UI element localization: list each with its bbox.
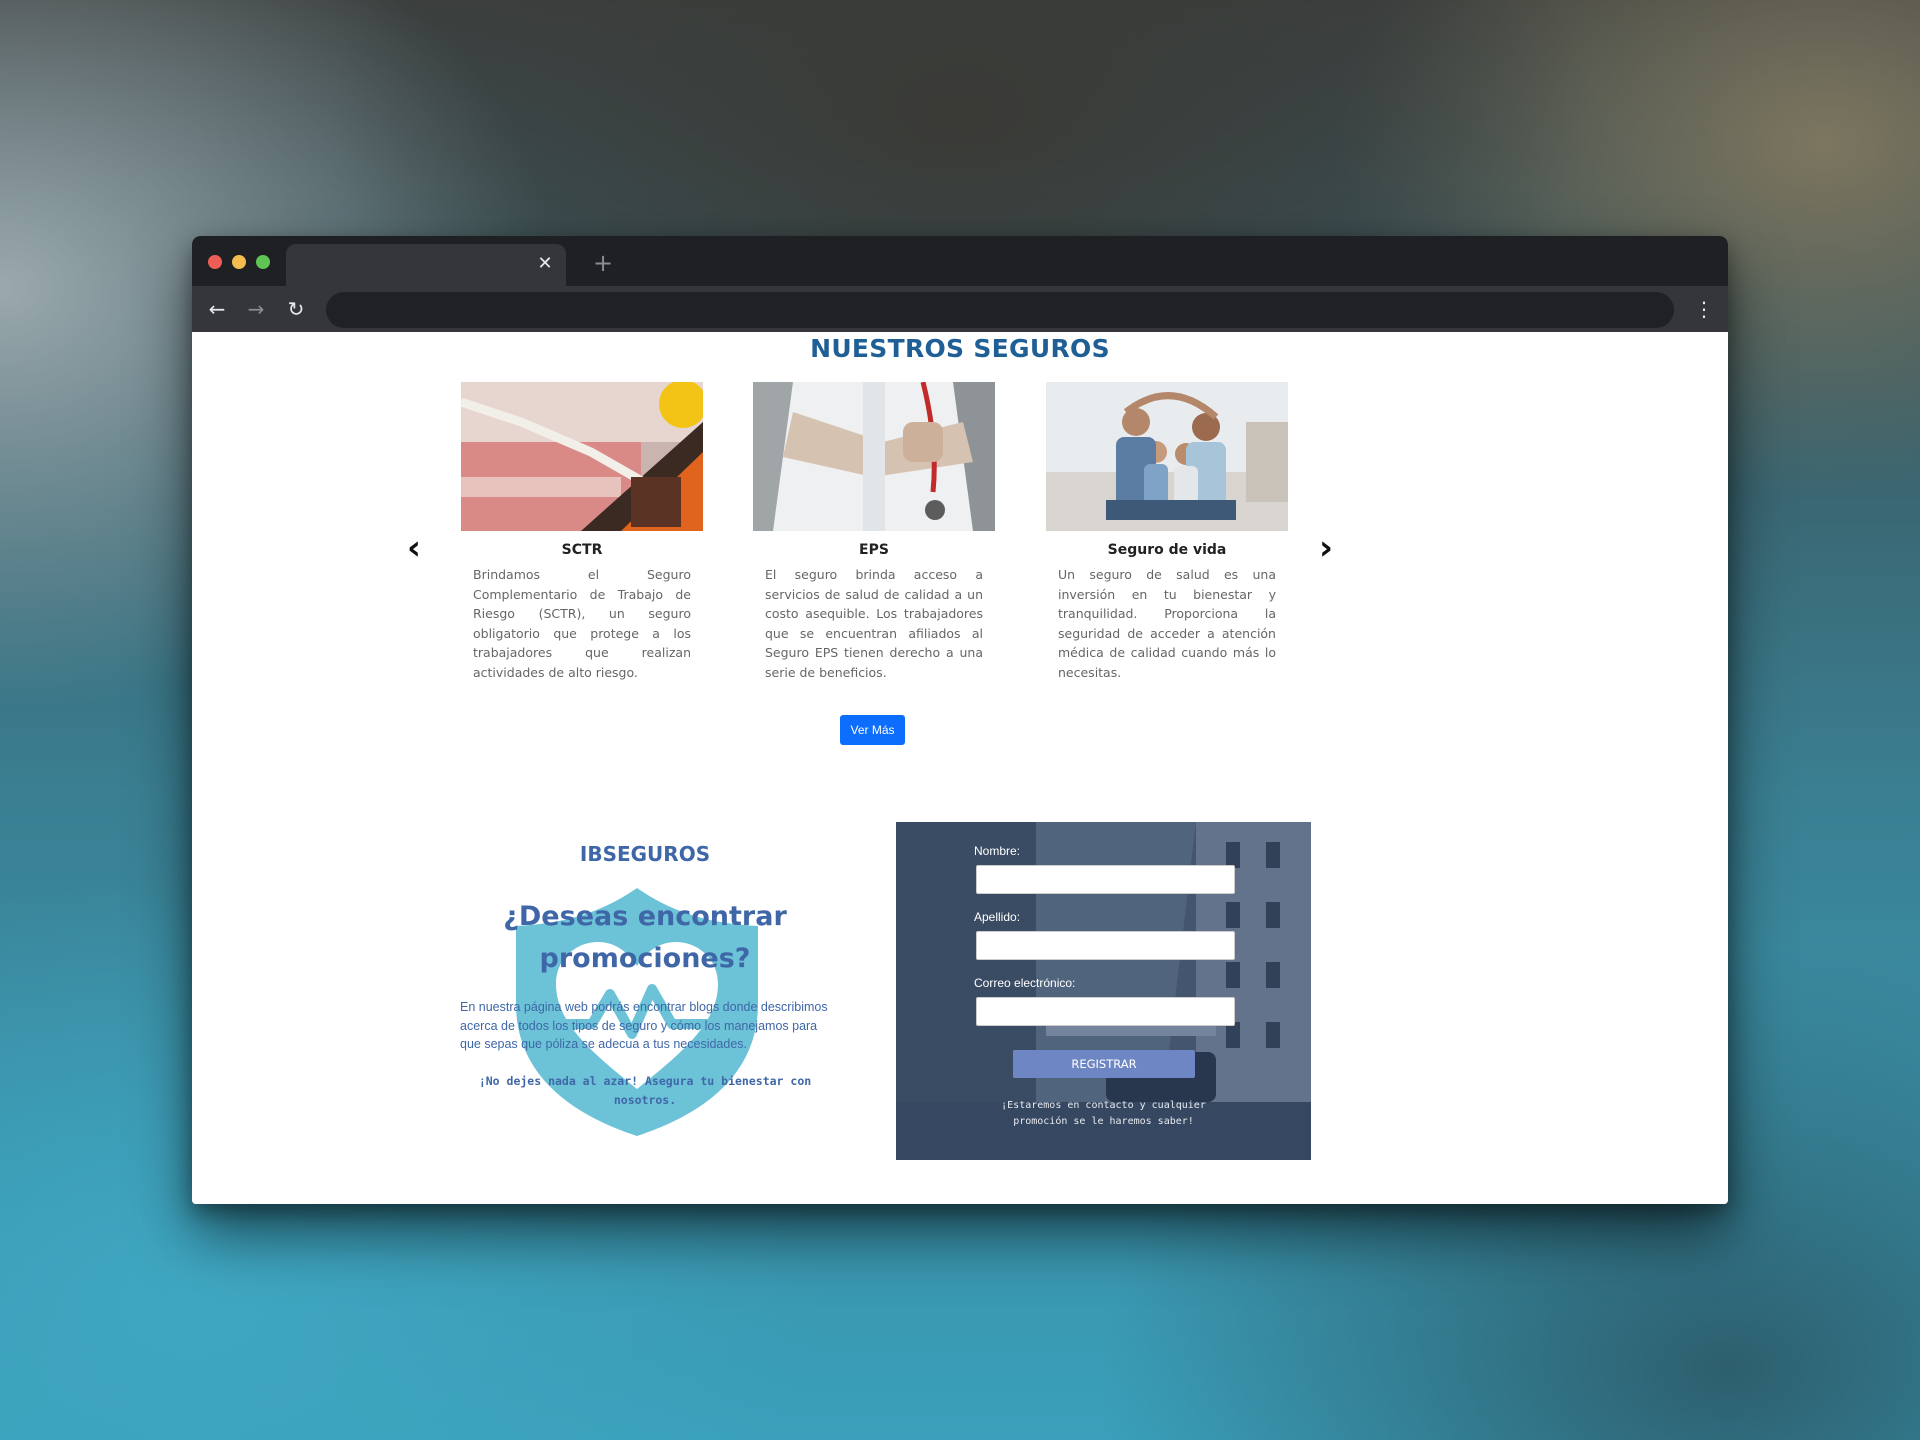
eps-doctor-photo	[753, 382, 995, 531]
nombre-label: Nombre:	[974, 844, 1021, 858]
promo-headline: ¿Deseas encontrar promociones?	[503, 901, 787, 974]
ver-mas-button[interactable]: Ver Más	[840, 715, 905, 745]
family-photo	[1046, 382, 1288, 531]
correo-label: Correo electrónico:	[974, 976, 1076, 990]
promo-section: IBSEGUROS ¿Deseas encontrar promociones?…	[452, 832, 838, 1136]
registrar-button[interactable]: REGISTRAR	[1013, 1050, 1195, 1078]
card-title: EPS	[859, 542, 889, 558]
card-title: SCTR	[561, 542, 603, 558]
card-title: Seguro de vida	[1107, 542, 1227, 558]
browser-tab[interactable]: ✕	[286, 244, 566, 286]
brand-heading: IBSEGUROS	[579, 842, 711, 866]
forward-icon[interactable]: →	[243, 296, 269, 322]
promo-tagline: ¡No dejes nada al azar! Asegura tu biene…	[478, 1074, 812, 1107]
tab-close-icon[interactable]: ✕	[534, 253, 556, 275]
card-eps: EPS El seguro brinda acceso a servicios …	[753, 382, 995, 683]
browser-toolbar: ← → ↻ ⋮	[192, 286, 1728, 332]
sctr-worker-photo	[461, 382, 703, 531]
close-window-button[interactable]	[208, 255, 222, 269]
tab-strip: ✕ +	[192, 236, 1728, 286]
carousel-next-icon[interactable]: ›	[1311, 530, 1341, 566]
card-seguro-de-vida: Seguro de vida Un seguro de salud es una…	[1046, 382, 1288, 683]
card-text: El seguro brinda acceso a servicios de s…	[765, 567, 983, 680]
browser-window: ✕ + ← → ↻ ⋮ NUESTROS SEGUROS ‹ › SCTR Br…	[192, 236, 1728, 1204]
apellido-label: Apellido:	[974, 910, 1021, 924]
back-icon[interactable]: ←	[204, 296, 230, 322]
carousel-prev-icon[interactable]: ‹	[399, 530, 429, 566]
reload-icon[interactable]: ↻	[283, 296, 309, 322]
minimize-window-button[interactable]	[232, 255, 246, 269]
promo-description: En nuestra página web podrás encontrar b…	[460, 1000, 828, 1051]
apellido-input[interactable]	[976, 931, 1235, 960]
new-tab-icon[interactable]: +	[590, 250, 616, 276]
nombre-input[interactable]	[976, 865, 1235, 894]
card-text: Un seguro de salud es una inversión en t…	[1058, 567, 1276, 680]
card-sctr: SCTR Brindamos el Seguro Complementario …	[461, 382, 703, 683]
address-bar[interactable]	[326, 292, 1674, 328]
section-title: NUESTROS SEGUROS	[810, 334, 1110, 363]
page-content: NUESTROS SEGUROS ‹ › SCTR Brindamos el S…	[192, 332, 1728, 1204]
maximize-window-button[interactable]	[256, 255, 270, 269]
form-note: ¡Estaremos en contacto y cualquier promo…	[1001, 1100, 1206, 1127]
browser-menu-icon[interactable]: ⋮	[1694, 296, 1714, 322]
registration-form: Nombre: Apellido: Correo electrónico: RE…	[896, 822, 1311, 1160]
correo-input[interactable]	[976, 997, 1235, 1026]
card-text: Brindamos el Seguro Complementario de Tr…	[473, 567, 691, 680]
